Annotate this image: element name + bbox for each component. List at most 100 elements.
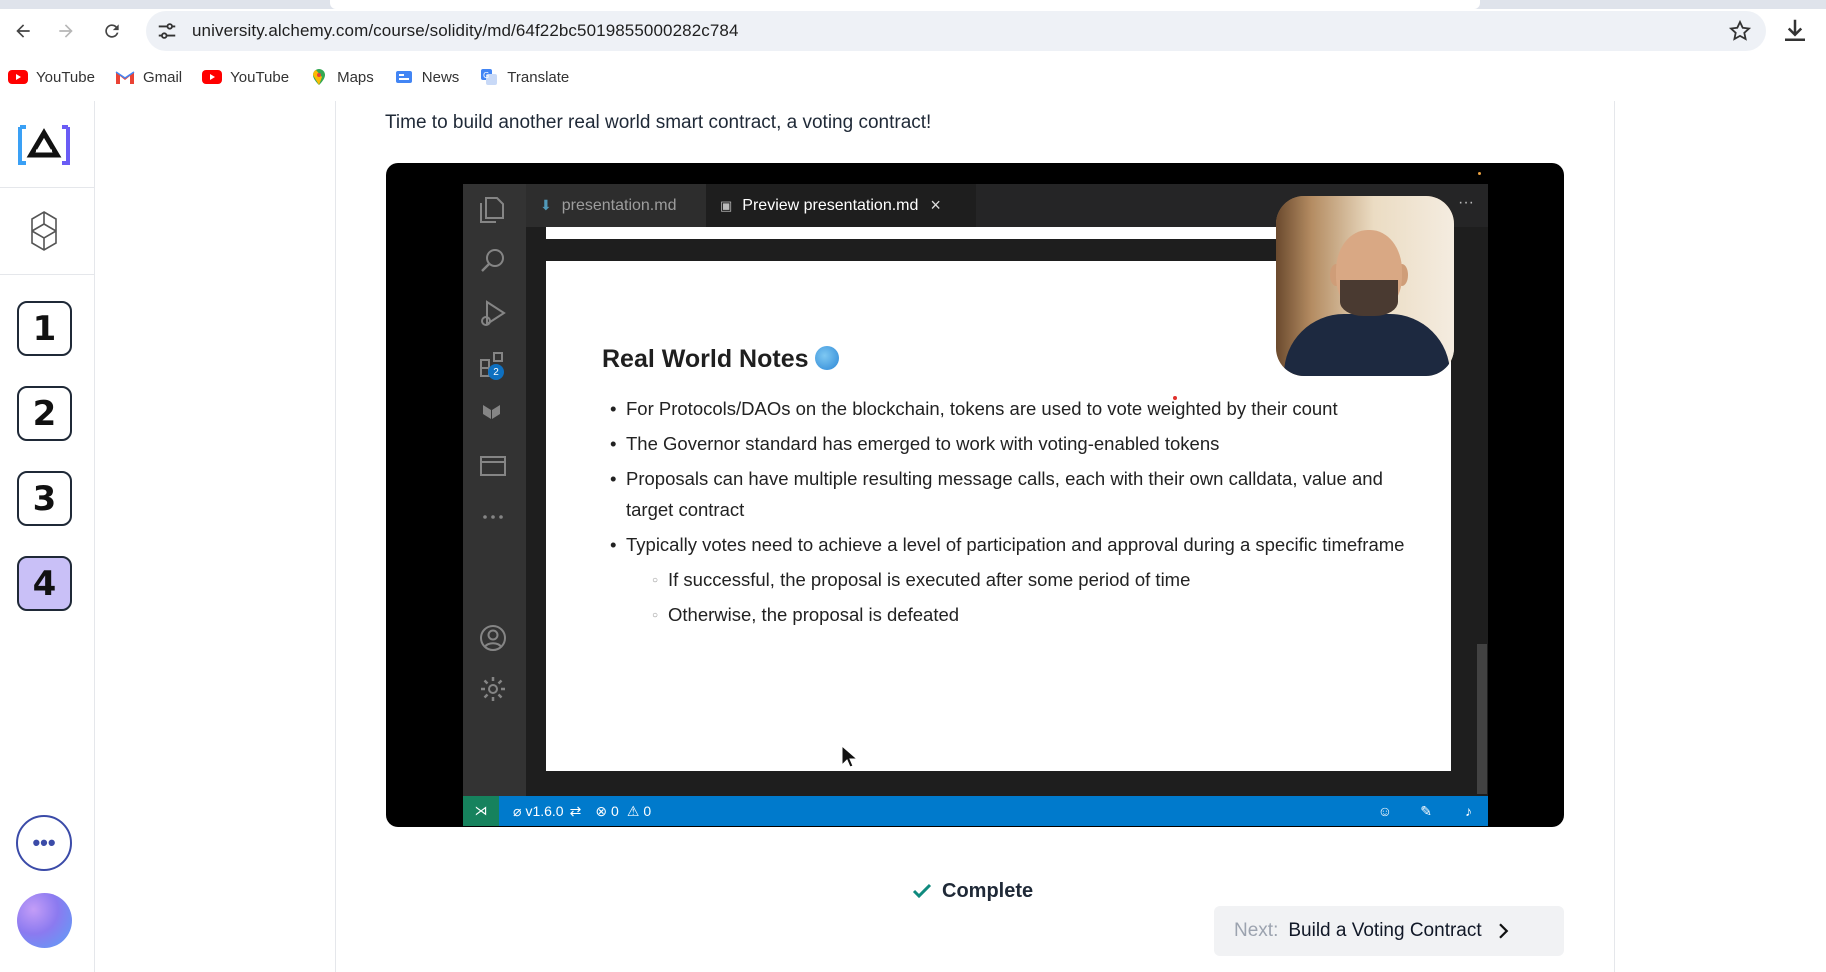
forward-arrow-icon <box>59 24 73 38</box>
explorer-icon <box>480 197 504 223</box>
tag-icon: ⌀ <box>513 802 522 819</box>
settings-gear-icon <box>481 677 505 701</box>
url-text[interactable]: university.alchemy.com/course/solidity/m… <box>192 21 739 41</box>
tab-label: presentation.md <box>561 196 677 214</box>
version-text: v1.6.0 <box>525 803 564 819</box>
sub-bullet-item: If successful, the proposal is executed … <box>652 564 1406 596</box>
problems-item: ⊗ 0 ⚠ 0 <box>595 803 651 820</box>
close-icon: × <box>930 195 941 215</box>
bookmark-news[interactable]: News <box>394 67 460 87</box>
chevron-right-icon <box>1498 923 1508 939</box>
step-4-button[interactable]: 4 <box>17 556 72 611</box>
translate-icon: G <box>479 67 499 87</box>
error-icon: ⊗ <box>595 802 608 819</box>
bullet-item: For Protocols/DAOs on the blockchain, to… <box>610 393 1406 424</box>
version-item: ⌀ v1.6.0 ⇄ <box>513 803 581 820</box>
bookmarks-bar: YouTube Gmail YouTube Maps News G Transl… <box>0 60 589 94</box>
presenter-webcam <box>1276 196 1454 376</box>
complete-button[interactable]: Complete <box>910 879 1033 903</box>
mouse-cursor-icon <box>841 745 858 768</box>
polyhedra-icon[interactable] <box>28 210 60 252</box>
alchemy-logo[interactable] <box>16 123 72 167</box>
youtube-icon <box>202 67 223 87</box>
news-icon <box>394 67 414 87</box>
tab-presentation-md: ⬇ presentation.md <box>526 184 706 227</box>
bullet-item: The Governor standard has emerged to wor… <box>610 428 1406 459</box>
bookmark-maps[interactable]: Maps <box>309 67 374 87</box>
step-2-button[interactable]: 2 <box>17 386 72 441</box>
more-dots-icon: ••• <box>32 830 56 855</box>
slide-title: Real World Notes <box>602 345 839 374</box>
divider <box>0 274 94 275</box>
bullet-item: Typically votes need to achieve a level … <box>610 529 1406 560</box>
user-avatar[interactable] <box>17 893 72 948</box>
complete-label: Complete <box>942 879 1034 902</box>
recording-dot <box>1478 172 1481 175</box>
copilot-icon: ☺ <box>1377 803 1392 819</box>
bookmark-translate[interactable]: G Translate <box>479 67 569 87</box>
bookmark-label: Gmail <box>142 68 183 86</box>
gmail-icon <box>115 67 135 87</box>
active-tab[interactable] <box>330 0 1480 9</box>
more-actions-icon: ··· <box>1458 194 1474 211</box>
bullet-item: Proposals can have multiple resulting me… <box>610 463 1406 525</box>
globe-icon <box>814 346 839 370</box>
editor-scrollbar <box>1477 644 1487 794</box>
tab-label: Preview presentation.md <box>742 196 919 214</box>
account-icon <box>480 625 506 651</box>
bookmark-label: News <box>421 68 460 86</box>
bookmark-label: YouTube <box>230 68 290 86</box>
site-settings-icon[interactable] <box>156 20 178 42</box>
tab-preview-presentation-md: ▣ Preview presentation.md × <box>706 184 976 227</box>
svg-text:G: G <box>483 71 489 80</box>
feedback-icon: ✎ <box>1420 802 1432 819</box>
maps-icon <box>309 67 329 87</box>
run-debug-icon <box>481 300 506 326</box>
slide-bullets: For Protocols/DAOs on the blockchain, to… <box>610 393 1406 634</box>
vscode-status-bar: ⋊ ⌀ v1.6.0 ⇄ ⊗ 0 ⚠ 0 ☺ ✎ ♪ <box>463 796 1488 826</box>
presenter-beard <box>1340 280 1398 316</box>
back-button[interactable] <box>6 14 40 48</box>
extensions-badge: 2 <box>488 364 504 380</box>
divider <box>0 187 94 188</box>
course-sidebar: 1 2 3 4 ••• <box>0 101 95 972</box>
bookmark-youtube[interactable]: YouTube <box>8 67 95 87</box>
remote-icon: ⋊ <box>463 796 499 826</box>
bookmark-label: YouTube <box>36 68 95 86</box>
sync-icon: ⇄ <box>569 802 582 819</box>
bookmark-star-icon[interactable] <box>1728 19 1752 43</box>
tab-strip <box>0 0 1826 9</box>
error-count: 0 <box>611 803 619 819</box>
warning-count: 0 <box>643 803 652 819</box>
bookmark-youtube-2[interactable]: YouTube <box>202 67 289 87</box>
next-prefix: Next: <box>1234 920 1279 941</box>
panel-icon <box>480 456 506 476</box>
slide-title-text: Real World Notes <box>602 345 809 373</box>
step-1-button[interactable]: 1 <box>17 301 72 356</box>
browser-chrome: university.alchemy.com/course/solidity/m… <box>0 0 1826 101</box>
more-options-button[interactable]: ••• <box>16 815 72 871</box>
preview-icon: ▣ <box>720 197 733 213</box>
activity-bar: 2 <box>463 184 526 796</box>
bookmark-label: Translate <box>507 68 570 86</box>
next-lesson-button[interactable]: Next: Build a Voting Contract <box>1214 906 1564 956</box>
reload-icon <box>105 24 119 38</box>
video-player[interactable]: 2 ⬇ presentation.md ▣ Preview presentati… <box>386 163 1564 827</box>
back-arrow-icon <box>16 24 30 38</box>
forward-button[interactable] <box>49 14 83 48</box>
markdown-file-icon: ⬇ <box>540 197 552 213</box>
reload-button[interactable] <box>95 14 129 48</box>
step-3-button[interactable]: 3 <box>17 471 72 526</box>
bookmark-gmail[interactable]: Gmail <box>115 67 182 87</box>
address-bar[interactable]: university.alchemy.com/course/solidity/m… <box>146 11 1766 51</box>
youtube-icon <box>8 67 28 87</box>
more-icon <box>483 515 503 519</box>
laser-pointer-dot <box>1173 396 1177 400</box>
download-icon[interactable] <box>1780 16 1810 46</box>
search-icon <box>481 249 504 272</box>
notifications-bell-icon: ♪ <box>1465 803 1472 819</box>
bookmark-label: Maps <box>337 68 374 86</box>
sub-bullet-item: Otherwise, the proposal is defeated <box>652 599 1406 631</box>
warning-icon: ⚠ <box>626 802 640 819</box>
next-title: Build a Voting Contract <box>1288 920 1482 941</box>
